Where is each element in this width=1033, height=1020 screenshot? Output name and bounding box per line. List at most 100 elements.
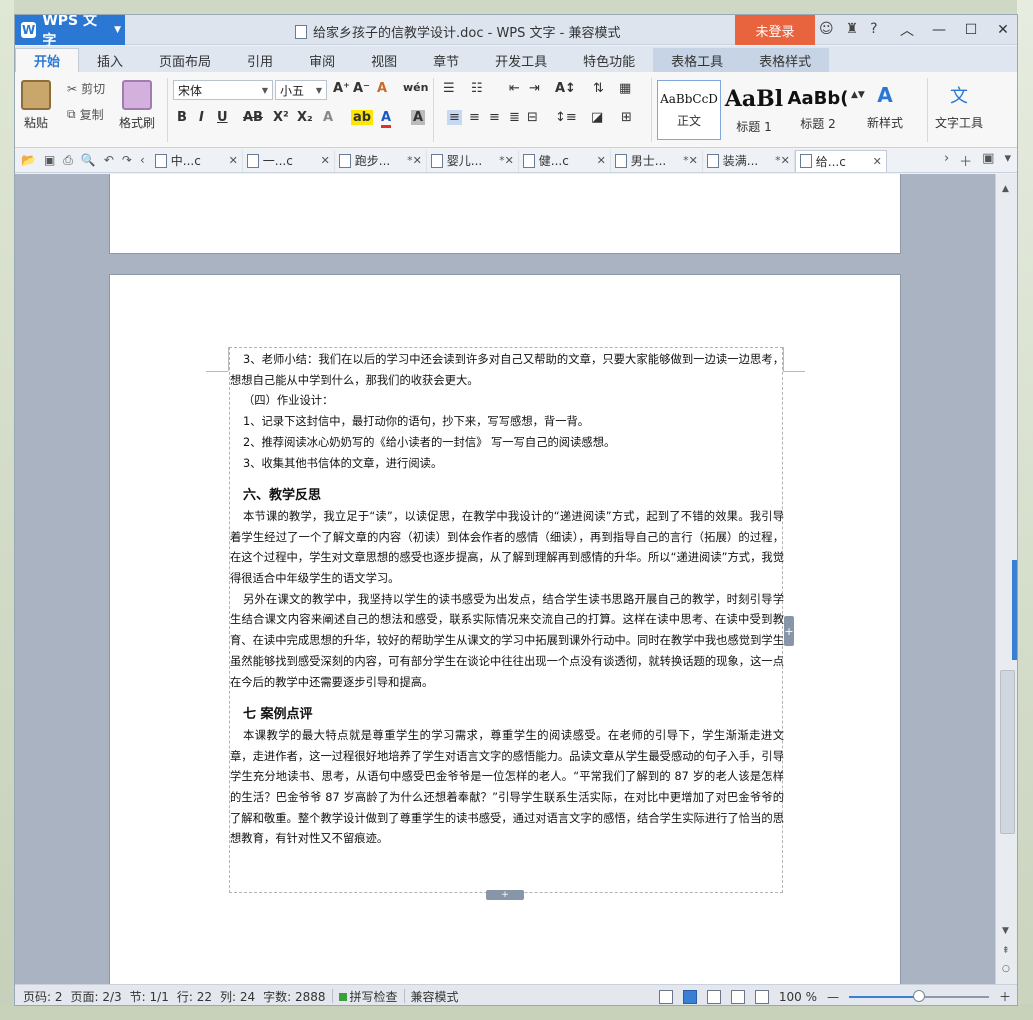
doc-tab[interactable]: 一...c ✕ <box>243 149 335 172</box>
web-view-icon[interactable] <box>730 989 745 1004</box>
char-shading-icon[interactable]: A <box>411 110 426 125</box>
scroll-down-icon[interactable]: ▼ <box>1002 926 1009 936</box>
tab-references[interactable]: 引用 <box>229 48 291 72</box>
doc-tab[interactable]: 男士... *✕ <box>611 149 703 172</box>
new-tab-icon[interactable]: ＋ <box>959 151 972 170</box>
justify-icon[interactable]: ≣ <box>509 110 520 125</box>
tab-table-style[interactable]: 表格样式 <box>741 48 830 72</box>
close-icon[interactable]: ✕ <box>873 155 882 168</box>
document-body[interactable]: 3、老师小结：我们在以后的学习中还会读到许多对自己又帮助的文章，只要大家能够做到… <box>230 348 784 850</box>
highlight-icon[interactable]: ab <box>351 110 374 125</box>
style-heading-1[interactable]: AaBl 标题 1 <box>723 80 785 140</box>
save-icon[interactable]: ▣ <box>44 153 55 168</box>
format-painter-button[interactable]: 格式刷 <box>119 80 155 131</box>
modified-close-icon[interactable]: *✕ <box>499 154 514 167</box>
shading-icon[interactable]: ◪ <box>591 110 603 125</box>
tab-special[interactable]: 特色功能 <box>565 48 653 72</box>
minimize-button[interactable]: — <box>923 15 955 45</box>
text-effect-icon[interactable]: A <box>323 110 333 125</box>
feedback-icon[interactable]: ☺ <box>819 21 834 37</box>
text-tools-button[interactable]: 文 文字工具 <box>935 80 983 131</box>
status-word-count[interactable]: 字数: 2888 <box>259 988 329 1005</box>
align-left-icon[interactable]: ≡ <box>447 110 462 125</box>
increase-indent-icon[interactable]: ⇥ <box>529 81 540 96</box>
select-browse-icon[interactable]: ○ <box>1002 964 1010 974</box>
strikethrough-icon[interactable]: AB <box>243 110 263 125</box>
table-grid-icon[interactable]: ▦ <box>619 81 631 96</box>
tab-review[interactable]: 审阅 <box>291 48 353 72</box>
doc-tab[interactable]: 婴儿... *✕ <box>427 149 519 172</box>
outline-view-icon[interactable] <box>706 989 721 1004</box>
close-icon[interactable]: ✕ <box>229 154 238 167</box>
grow-font-icon[interactable]: A⁺ <box>333 81 350 96</box>
redo-icon[interactable]: ↷ <box>122 153 132 168</box>
vertical-scrollbar[interactable]: ▲ ▼ ⇞ ○ <box>995 174 1017 984</box>
zoom-slider[interactable] <box>848 989 989 1002</box>
doc-tab-active[interactable]: 给...c ✕ <box>794 149 887 172</box>
tab-table-tools[interactable]: 表格工具 <box>653 48 742 72</box>
page-view-icon[interactable] <box>682 989 697 1004</box>
zoom-in-icon[interactable]: ＋ <box>999 988 1011 1005</box>
fullscreen-view-icon[interactable] <box>658 989 673 1004</box>
sort-icon[interactable]: ⇅ <box>593 81 604 96</box>
undo-icon[interactable]: ↶ <box>104 153 114 168</box>
style-heading-2[interactable]: AaBb( 标题 2 <box>787 80 849 140</box>
chevron-left-icon[interactable]: ‹ <box>140 153 145 168</box>
print-icon[interactable]: ⎙ <box>63 153 73 168</box>
tab-section[interactable]: 章节 <box>415 48 477 72</box>
font-color-icon[interactable]: A <box>381 110 392 128</box>
skin-icon[interactable]: ♜ <box>846 21 859 37</box>
new-style-button[interactable]: A 新样式 <box>867 80 903 131</box>
help-icon[interactable]: ? <box>870 21 877 37</box>
bold-icon[interactable]: B <box>177 110 187 125</box>
spell-check-toggle[interactable]: 拼写检查 <box>335 988 402 1005</box>
shrink-font-icon[interactable]: A⁻ <box>353 81 370 96</box>
font-name-select[interactable]: 宋体 ▼ <box>173 80 273 100</box>
scroll-up-icon[interactable]: ▲ <box>1002 184 1009 194</box>
modified-close-icon[interactable]: *✕ <box>407 154 422 167</box>
tab-insert[interactable]: 插入 <box>79 48 141 72</box>
close-button[interactable]: ✕ <box>987 15 1017 45</box>
chevron-right-icon[interactable]: › <box>944 151 949 170</box>
doc-tab[interactable]: 健...c ✕ <box>519 149 611 172</box>
numbered-list-icon[interactable]: ☷ <box>471 81 483 96</box>
distribute-icon[interactable]: ⊟ <box>527 110 538 125</box>
align-right-icon[interactable]: ≡ <box>489 110 500 125</box>
zoom-out-icon[interactable]: — <box>827 990 839 1004</box>
prev-page-icon[interactable]: ⇞ <box>1002 946 1010 956</box>
italic-icon[interactable]: I <box>199 110 204 125</box>
font-size-select[interactable]: 小五 ▼ <box>275 80 327 100</box>
open-icon[interactable]: 📂 <box>21 153 36 168</box>
close-icon[interactable]: ✕ <box>597 154 606 167</box>
collapse-icon[interactable]: ︿ <box>891 15 923 45</box>
clear-format-icon[interactable]: A <box>377 81 387 96</box>
tab-view[interactable]: 视图 <box>353 48 415 72</box>
doc-tab[interactable]: 中...c ✕ <box>151 149 243 172</box>
table-cell-frame[interactable]: 3、老师小结：我们在以后的学习中还会读到许多对自己又帮助的文章，只要大家能够做到… <box>229 347 794 900</box>
char-format-icon[interactable]: A↕ <box>555 81 576 96</box>
styles-scroll-icon[interactable]: ▲▼ <box>851 90 865 100</box>
cut-button[interactable]: ✂ 剪切 <box>67 80 105 97</box>
app-menu-button[interactable]: W WPS 文字 ▼ <box>15 15 125 49</box>
tab-home[interactable]: 开始 <box>15 48 80 72</box>
zoom-knob[interactable] <box>912 989 925 1002</box>
tab-developer[interactable]: 开发工具 <box>477 48 565 72</box>
subscript-icon[interactable]: X₂ <box>297 110 313 125</box>
doc-tab[interactable]: 跑步... *✕ <box>335 149 427 172</box>
tab-page-layout[interactable]: 页面布局 <box>141 48 229 72</box>
copy-button[interactable]: ⧉ 复制 <box>67 106 104 123</box>
scroll-thumb[interactable] <box>1000 670 1015 834</box>
modified-close-icon[interactable]: *✕ <box>775 154 790 167</box>
underline-icon[interactable]: U <box>217 110 228 125</box>
add-row-handle[interactable]: + <box>486 890 524 900</box>
paste-button[interactable]: 粘贴 <box>21 80 51 131</box>
doc-tab[interactable]: 装满... *✕ <box>703 149 795 172</box>
align-center-icon[interactable]: ≡ <box>469 110 480 125</box>
border-icon[interactable]: ⊞ <box>621 110 632 125</box>
reading-view-icon[interactable] <box>754 989 769 1004</box>
bullet-list-icon[interactable]: ☰ <box>443 81 455 96</box>
close-icon[interactable]: ✕ <box>321 154 330 167</box>
preview-icon[interactable]: 🔍 <box>81 153 96 168</box>
zoom-level[interactable]: 100 % <box>779 990 817 1004</box>
decrease-indent-icon[interactable]: ⇤ <box>509 81 520 96</box>
